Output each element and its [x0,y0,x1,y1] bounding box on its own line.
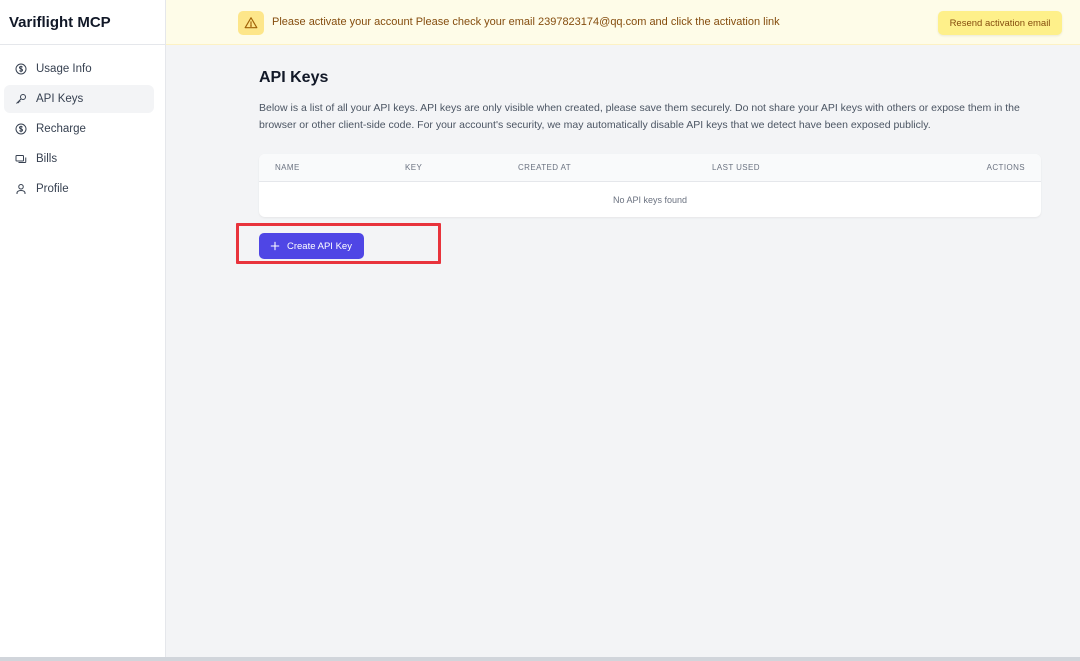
column-header-name: NAME [275,163,300,172]
sidebar-item-recharge[interactable]: Recharge [4,115,154,143]
sidebar-item-bills[interactable]: Bills [4,145,154,173]
dollar-circle-icon [15,63,27,75]
table-header: NAME KEY CREATED AT LAST USED ACTIONS [259,154,1041,182]
cards-icon [15,153,27,165]
column-header-key: KEY [405,163,423,172]
sidebar-item-label: API Keys [36,93,84,105]
column-header-created-at: CREATED AT [518,163,572,172]
sidebar-item-usage-info[interactable]: Usage Info [4,55,154,83]
user-icon [15,183,27,195]
api-keys-table: NAME KEY CREATED AT LAST USED ACTIONS No… [259,154,1041,217]
page-description: Below is a list of all your API keys. AP… [259,102,1020,131]
create-api-key-button[interactable]: Create API Key [259,233,364,259]
sidebar-item-label: Recharge [36,123,86,135]
sidebar-item-label: Bills [36,153,58,165]
key-icon [15,93,27,105]
table-empty-message: No API keys found [612,194,688,205]
column-header-last-used: LAST USED [712,163,760,172]
resend-activation-button[interactable]: Resend activation email [938,11,1062,35]
activation-banner: Please activate your account Please chec… [166,0,1080,45]
column-header-actions: ACTIONS [986,163,1025,172]
sidebar: Variflight MCP Usage Info API Keys Recha… [0,0,166,657]
bottom-divider [0,657,1080,661]
banner-message: Please activate your account Please chec… [272,16,780,28]
app-root: Variflight MCP Usage Info API Keys Recha… [0,0,1080,661]
dollar-circle-icon [15,123,27,135]
sidebar-item-label: Profile [36,183,69,195]
sidebar-item-label: Usage Info [36,63,92,75]
sidebar-nav: Usage Info API Keys Recharge Bills Profi… [0,45,165,203]
plus-icon [270,241,280,251]
create-api-key-label: Create API Key [287,240,352,252]
sidebar-item-profile[interactable]: Profile [4,175,154,203]
sidebar-item-api-keys[interactable]: API Keys [4,85,154,113]
warning-triangle-icon [238,11,264,35]
page-title: API Keys [259,69,329,86]
app-title: Variflight MCP [0,0,165,45]
